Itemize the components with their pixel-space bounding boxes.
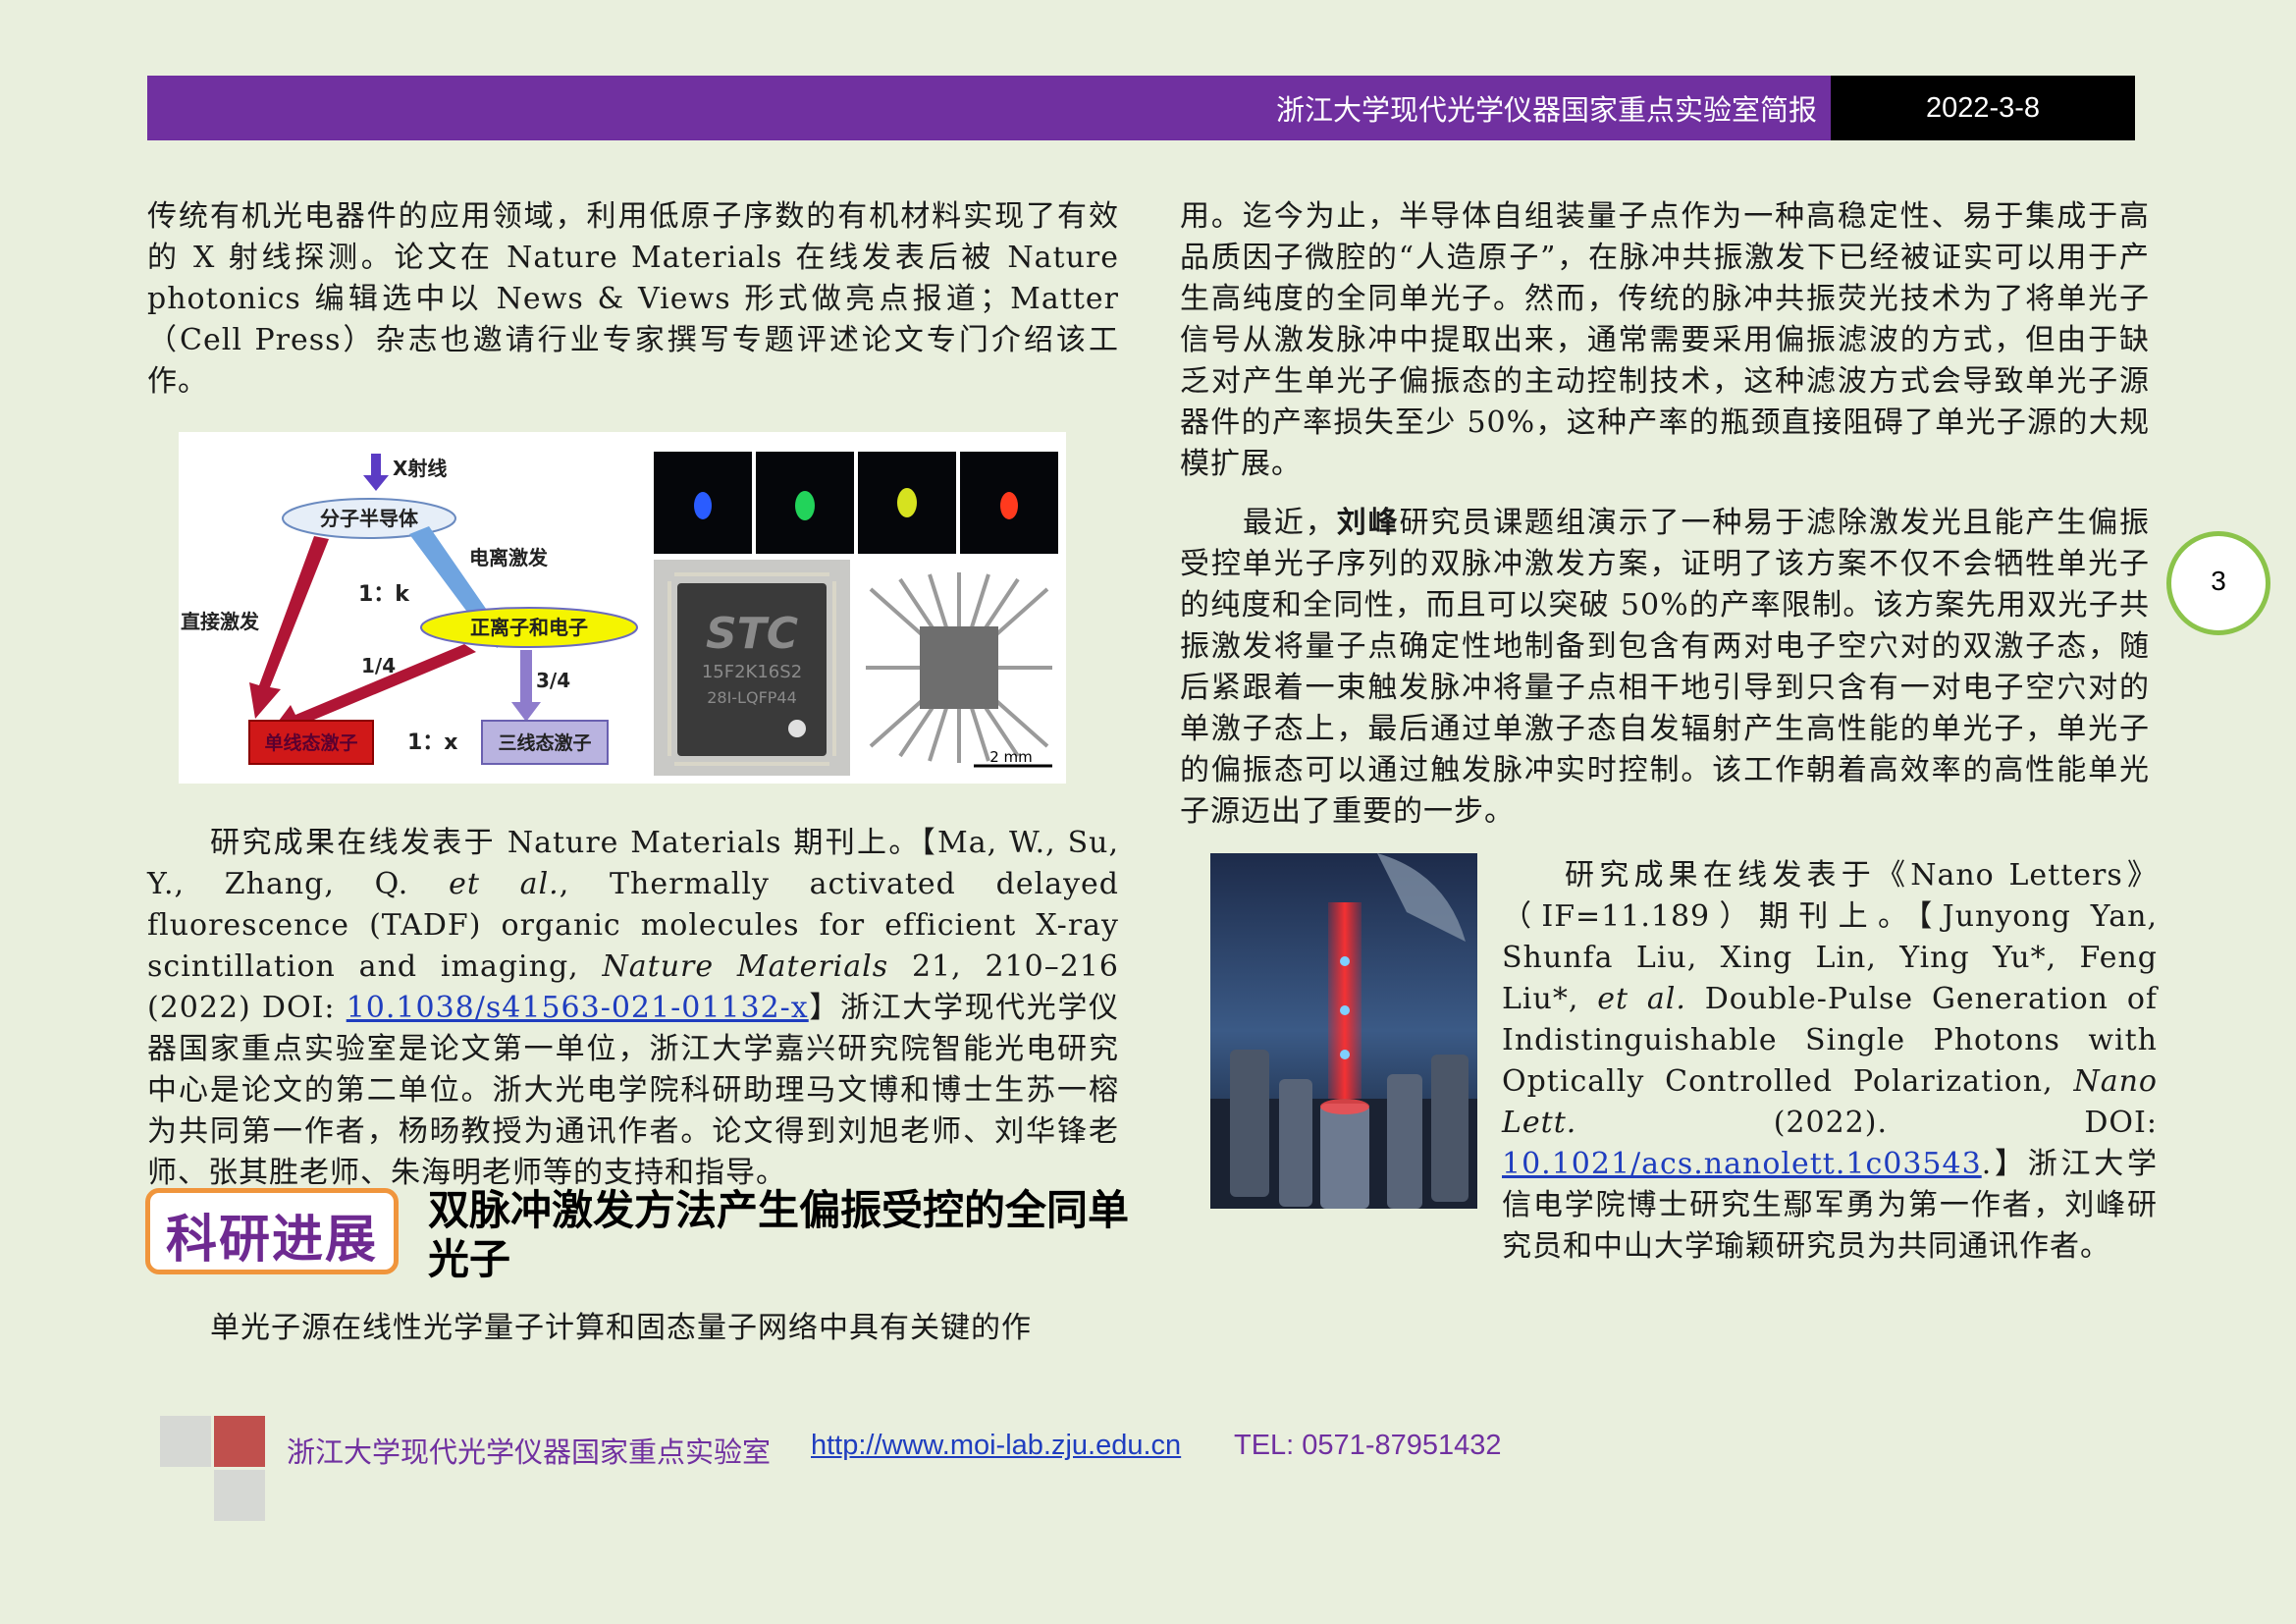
right-continued-paragraph: 用。迄今为止，半导体自组装量子点作为一种高稳定性、易于集成于高品质因子微腔的“人… <box>1180 196 2150 485</box>
chip-logo: STC <box>706 609 798 659</box>
chip-model: 15F2K16S2 <box>702 662 802 682</box>
chip-package: 28I-LQFP44 <box>707 688 797 707</box>
newsletter-title: 浙江大学现代光学仪器国家重点实验室简报 <box>1275 93 1817 127</box>
footer-square-icon <box>160 1416 211 1467</box>
right-results-paragraph: 最近，刘峰研究员课题组演示了一种易于滤除激发光且能产生偏振受控单光子序列的双脉冲… <box>1180 503 2150 833</box>
left-citation-paragraph: 研究成果在线发表于 Nature Materials 期刊上。【Ma, W., … <box>147 823 1119 1194</box>
paragraph-text: 最近，刘峰研究员课题组演示了一种易于滤除激发光且能产生偏振受控单光子序列的双脉冲… <box>1180 503 2150 833</box>
led-glow-red <box>1000 492 1018 519</box>
text-part: 最近， <box>1243 506 1337 540</box>
paragraph-text: 用。迄今为止，半导体自组装量子点作为一种高稳定性、易于集成于高品质因子微腔的“人… <box>1180 199 2150 481</box>
label-quarter: 1/4 <box>361 654 396 677</box>
citation-part: (2022). DOI: <box>1576 1106 2158 1140</box>
label-ionization: 电离激发 <box>469 546 549 569</box>
researcher-name: 刘峰 <box>1336 506 1400 540</box>
doi-link[interactable]: 10.1021/acs.nanolett.1c03543 <box>1502 1147 1982 1181</box>
et-al: et al. <box>1597 982 1686 1016</box>
chip-dot <box>788 720 806 737</box>
footer-square-icon <box>214 1416 265 1467</box>
xray-die <box>920 626 998 709</box>
footer-telephone: TEL: 0571-87951432 <box>1234 1430 1502 1461</box>
label-ratio-k: 1：k <box>358 582 410 607</box>
text-part: 研究员课题组演示了一种易于滤除激发光且能产生偏振受控单光子序列的双脉冲激发方案，… <box>1180 506 2151 829</box>
label-ions: 正离子和电子 <box>470 616 588 639</box>
page-number: 3 <box>2211 566 2226 596</box>
label-xray: X射线 <box>393 457 447 480</box>
quantum-dot-illustration <box>1210 853 1477 1209</box>
led-glow-green <box>795 491 815 520</box>
scale-bar-label: 2 mm <box>989 748 1033 766</box>
issue-date: 2022-3-8 <box>1925 92 2041 124</box>
citation-text: 研究成果在线发表于《Nano Letters》（IF=11.189）期刊上。【J… <box>1502 855 2158 1268</box>
et-al: et al. <box>449 867 560 901</box>
paragraph-text: 单光子源在线性光学量子计算和固态量子网络中具有关键的作 <box>210 1311 1032 1345</box>
label-singlet: 单线态激子 <box>264 731 357 754</box>
left-intro-paragraph: 传统有机光电器件的应用领域，利用低原子序数的有机材料实现了有效的 X 射线探测。… <box>147 196 1119 403</box>
label-ratio-x: 1：x <box>407 731 458 755</box>
article-title: 双脉冲激发方法产生偏振受控的全同单光子 <box>428 1186 1130 1283</box>
doi-link[interactable]: 10.1038/s41563-021-01132-x <box>347 991 809 1025</box>
journal-name: Nature Materials <box>602 949 889 984</box>
section-badge: 科研进展 <box>165 1211 378 1270</box>
citation-text: 研究成果在线发表于 Nature Materials 期刊上。【Ma, W., … <box>147 823 1119 1194</box>
label-molecule: 分子半导体 <box>320 507 419 530</box>
paragraph-text: 传统有机光电器件的应用领域，利用低原子序数的有机材料实现了有效的 X 射线探测。… <box>147 199 1119 399</box>
figure-graphic: X射线 分子半导体 电离激发 直接激发 1：k 正离子和电子 1/4 3/4 单… <box>181 452 1062 782</box>
illustration-graphic <box>1210 853 1477 1209</box>
label-triplet: 三线态激子 <box>498 731 591 754</box>
footer-organization: 浙江大学现代光学仪器国家重点实验室 <box>287 1435 772 1469</box>
led-glow-yellow <box>897 488 917 517</box>
tadf-mechanism-figure: X射线 分子半导体 电离激发 直接激发 1：k 正离子和电子 1/4 3/4 单… <box>179 432 1066 784</box>
xray-arrow-icon <box>363 454 389 491</box>
right-citation-paragraph: 研究成果在线发表于《Nano Letters》（IF=11.189）期刊上。【J… <box>1502 855 2158 1268</box>
footer-square-icon <box>214 1470 265 1521</box>
left-article-paragraph: 单光子源在线性光学量子计算和固态量子网络中具有关键的作 <box>147 1308 1119 1349</box>
label-three-quarter: 3/4 <box>536 669 570 692</box>
footer-url-link[interactable]: http://www.moi-lab.zju.edu.cn <box>811 1430 1181 1462</box>
direct-arrow-icon <box>249 536 329 719</box>
led-glow-blue <box>694 492 712 519</box>
label-direct: 直接激发 <box>181 610 260 633</box>
